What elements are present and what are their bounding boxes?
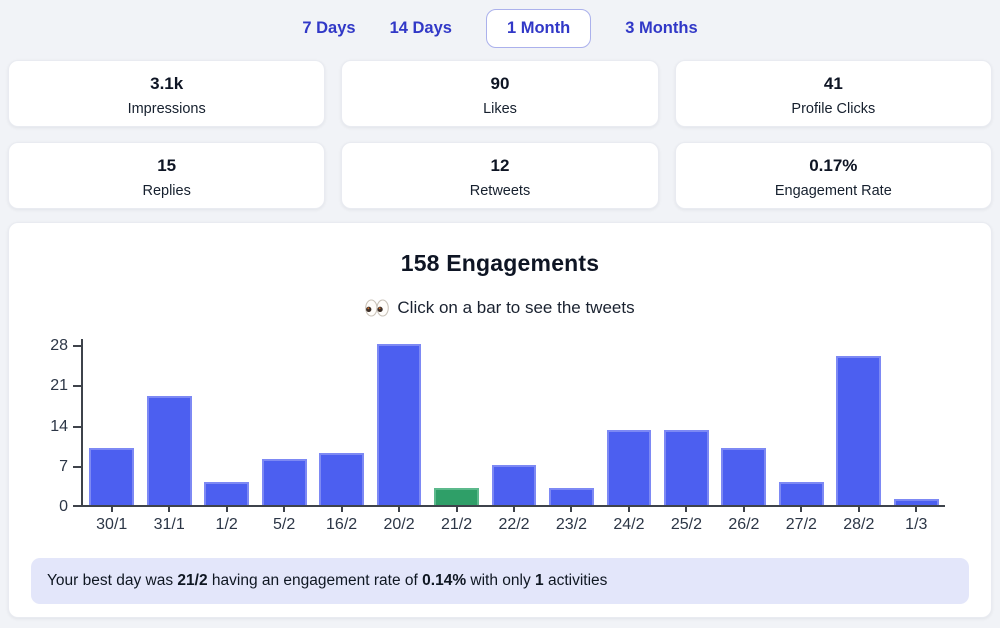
stat-card-retweets: 12 Retweets [341, 142, 659, 209]
note-text: activities [543, 572, 608, 589]
tab-14-days[interactable]: 14 Days [390, 20, 452, 37]
bar-slot [370, 344, 427, 505]
stat-card-impressions: 3.1k Impressions [8, 60, 326, 127]
note-text: Your best day was [47, 572, 178, 589]
x-tick-label: 22/2 [485, 507, 542, 535]
chart-subtitle-text: Click on a bar to see the tweets [397, 298, 635, 317]
stat-label: Engagement Rate [774, 183, 892, 199]
stat-label: Likes [483, 101, 517, 117]
tab-1-month[interactable]: 1 Month [485, 9, 592, 48]
bar-slot [198, 482, 255, 505]
chart-bar[interactable] [261, 459, 307, 505]
note-rate: 0.14% [422, 572, 467, 589]
x-tick-label: 27/2 [773, 507, 830, 535]
bar-slot [830, 355, 887, 505]
period-tabs: 7 Days 14 Days 1 Month 3 Months [0, 0, 1000, 48]
bars-container [83, 344, 945, 507]
stat-label: Profile Clicks [791, 101, 876, 117]
tab-3-months[interactable]: 3 Months [625, 20, 697, 37]
note-text: with only [466, 572, 536, 589]
x-tick-label: 20/2 [370, 507, 427, 535]
bar-slot [313, 453, 370, 505]
y-tick-mark [73, 465, 81, 468]
stat-value: 90 [490, 74, 510, 93]
bar-slot [428, 487, 485, 505]
stat-value: 15 [157, 156, 177, 175]
stat-value: 41 [823, 74, 843, 93]
chart-bar[interactable] [319, 453, 365, 505]
stat-label: Impressions [127, 101, 206, 117]
x-tick-label: 24/2 [600, 507, 657, 535]
bar-slot [83, 447, 140, 505]
stat-card-profile-clicks: 41 Profile Clicks [674, 60, 992, 127]
chart-bar[interactable] [606, 430, 652, 505]
bar-slot [600, 430, 657, 505]
y-tick-label: 14 [50, 417, 68, 435]
chart-bar[interactable] [836, 355, 882, 505]
tab-7-days[interactable]: 7 Days [302, 20, 355, 37]
y-tick-label: 7 [59, 457, 68, 475]
note-count: 1 [535, 572, 544, 589]
chart-bar[interactable] [893, 499, 939, 505]
x-tick-label: 1/3 [888, 507, 945, 535]
note-best-day: 21/2 [177, 572, 208, 589]
note-text: having an engagement rate of [207, 572, 423, 589]
x-tick-label: 1/2 [198, 507, 255, 535]
y-tick-label: 28 [50, 337, 68, 354]
bar-slot [255, 459, 312, 505]
x-tick-label: 16/2 [313, 507, 370, 535]
stat-value: 3.1k [150, 74, 184, 93]
y-tick-mark [73, 505, 81, 507]
stat-label: Replies [142, 183, 191, 199]
chart-bar[interactable] [434, 487, 479, 505]
engagements-chart-card: 158 Engagements Click on a bar to see th… [8, 222, 992, 618]
y-tick-mark [73, 345, 81, 347]
x-axis-labels: 30/1 31/1 1/2 5/2 16/2 20/2 21/2 22/2 23/2 24/2 25… [81, 507, 945, 535]
x-tick-label: 23/2 [543, 507, 600, 535]
chart-bar[interactable] [549, 487, 594, 505]
x-tick-label: 30/1 [83, 507, 140, 535]
y-tick-label: 0 [59, 498, 68, 515]
best-day-note: Your best day was 21/2 having an engagem… [31, 558, 969, 604]
x-tick-label: 25/2 [658, 507, 715, 535]
chart-title: 158 Engagements [400, 250, 600, 276]
chart-bar[interactable] [664, 430, 709, 505]
bar-slot [543, 487, 600, 505]
chart-bar[interactable] [89, 447, 135, 505]
y-tick-label: 21 [50, 377, 68, 395]
plot-area [73, 339, 945, 507]
chart-bar[interactable] [146, 395, 192, 505]
stat-value: 0.17% [809, 156, 858, 175]
chart-subtitle: Click on a bar to see the tweets [31, 298, 969, 318]
x-tick-label: 28/2 [830, 507, 887, 535]
bar-slot [715, 447, 772, 505]
x-tick-label: 21/2 [428, 507, 485, 535]
chart-bar[interactable] [491, 464, 537, 505]
x-tick-label: 31/1 [140, 507, 197, 535]
y-tick-mark [73, 425, 81, 428]
eyes-emoji-icon [365, 299, 390, 317]
stat-label: Retweets [469, 183, 531, 199]
stats-grid: 3.1k Impressions 90 Likes 41 Profile Cli… [8, 60, 992, 209]
stat-card-likes: 90 Likes [341, 60, 659, 127]
x-tick-label: 26/2 [715, 507, 772, 535]
bar-slot [140, 395, 197, 505]
bar-slot [773, 482, 830, 505]
bar-slot [888, 499, 945, 505]
chart-bar[interactable] [376, 344, 422, 505]
stat-card-replies: 15 Replies [8, 142, 326, 209]
bar-slot [658, 430, 715, 505]
chart-bar[interactable] [204, 482, 250, 505]
chart-bar[interactable] [778, 482, 824, 505]
bar-chart: 0 7 14 21 28 30/1 31/1 1/2 5/2 16/2 20/2 21/2 22/2 2… [31, 338, 945, 535]
chart-bar[interactable] [721, 447, 767, 505]
y-tick-mark [73, 385, 81, 388]
x-tick-label: 5/2 [255, 507, 312, 535]
bar-slot [485, 464, 542, 505]
stat-value: 12 [490, 156, 510, 175]
stat-card-engagement-rate: 0.17% Engagement Rate [674, 142, 992, 209]
